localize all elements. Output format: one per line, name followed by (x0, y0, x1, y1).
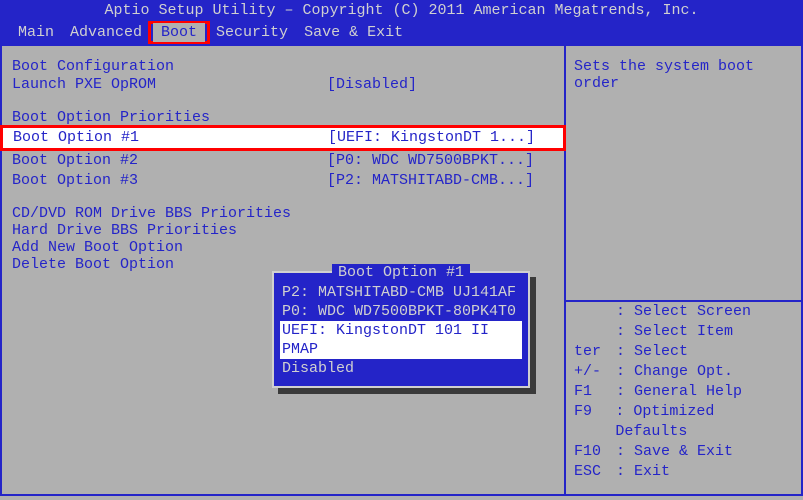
boot-priorities-heading: Boot Option Priorities (12, 109, 554, 126)
help-key-exit: ESC: Exit (574, 462, 793, 482)
tab-advanced[interactable]: Advanced (62, 23, 150, 42)
boot-option-popup: Boot Option #1 P2: MATSHITABD-CMB UJ141A… (272, 271, 530, 388)
tab-boot-highlight: Boot (148, 21, 210, 44)
main-frame: Boot Configuration Launch PXE OpROM [Dis… (0, 44, 803, 496)
boot-option-2-row[interactable]: Boot Option #2 [P0: WDC WD7500BPKT...] (12, 151, 554, 171)
popup-title: Boot Option #1 (280, 264, 522, 281)
boot-option-2-label: Boot Option #2 (12, 151, 327, 171)
launch-pxe-value: [Disabled] (327, 75, 554, 95)
popup-item-0[interactable]: P2: MATSHITABD-CMB UJ141AF (280, 283, 522, 302)
help-key-defaults: F9: Optimized Defaults (574, 402, 793, 442)
launch-pxe-row[interactable]: Launch PXE OpROM [Disabled] (12, 75, 554, 95)
popup-item-1[interactable]: P0: WDC WD7500BPKT-80PK4T0 (280, 302, 522, 321)
help-panel: Sets the system boot order : Select Scre… (566, 46, 801, 494)
help-description: Sets the system boot order (574, 58, 793, 92)
boot-option-2-value: [P0: WDC WD7500BPKT...] (327, 151, 554, 171)
tab-security[interactable]: Security (208, 23, 296, 42)
boot-option-3-label: Boot Option #3 (12, 171, 327, 191)
menu-bar: Main Advanced Boot Security Save & Exit (0, 21, 803, 44)
boot-option-1-highlight: Boot Option #1 [UEFI: KingstonDT 1...] (0, 125, 566, 151)
boot-option-1-row[interactable]: Boot Option #1 [UEFI: KingstonDT 1...] (3, 128, 563, 148)
boot-config-heading: Boot Configuration (12, 58, 554, 75)
hdd-priorities[interactable]: Hard Drive BBS Priorities (12, 222, 554, 239)
help-key-change: +/-: Change Opt. (574, 362, 793, 382)
tab-main[interactable]: Main (10, 23, 62, 42)
help-key-save: F10: Save & Exit (574, 442, 793, 462)
cdrom-priorities[interactable]: CD/DVD ROM Drive BBS Priorities (12, 205, 554, 222)
help-key-screen: : Select Screen (574, 302, 793, 322)
boot-option-1-label: Boot Option #1 (13, 128, 328, 148)
help-key-item: : Select Item (574, 322, 793, 342)
boot-option-3-value: [P2: MATSHITABD-CMB...] (327, 171, 554, 191)
help-key-select: ter: Select (574, 342, 793, 362)
boot-option-1-value: [UEFI: KingstonDT 1...] (328, 128, 553, 148)
bios-header: Aptio Setup Utility – Copyright (C) 2011… (0, 0, 803, 21)
launch-pxe-label: Launch PXE OpROM (12, 75, 327, 95)
boot-option-3-row[interactable]: Boot Option #3 [P2: MATSHITABD-CMB...] (12, 171, 554, 191)
help-key-help: F1: General Help (574, 382, 793, 402)
tab-save-exit[interactable]: Save & Exit (296, 23, 411, 42)
help-keys: : Select Screen : Select Item ter: Selec… (574, 302, 793, 482)
tab-boot[interactable]: Boot (153, 23, 205, 42)
add-boot-option[interactable]: Add New Boot Option (12, 239, 554, 256)
popup-item-3[interactable]: Disabled (280, 359, 522, 378)
popup-item-2[interactable]: UEFI: KingstonDT 101 II PMAP (280, 321, 522, 359)
